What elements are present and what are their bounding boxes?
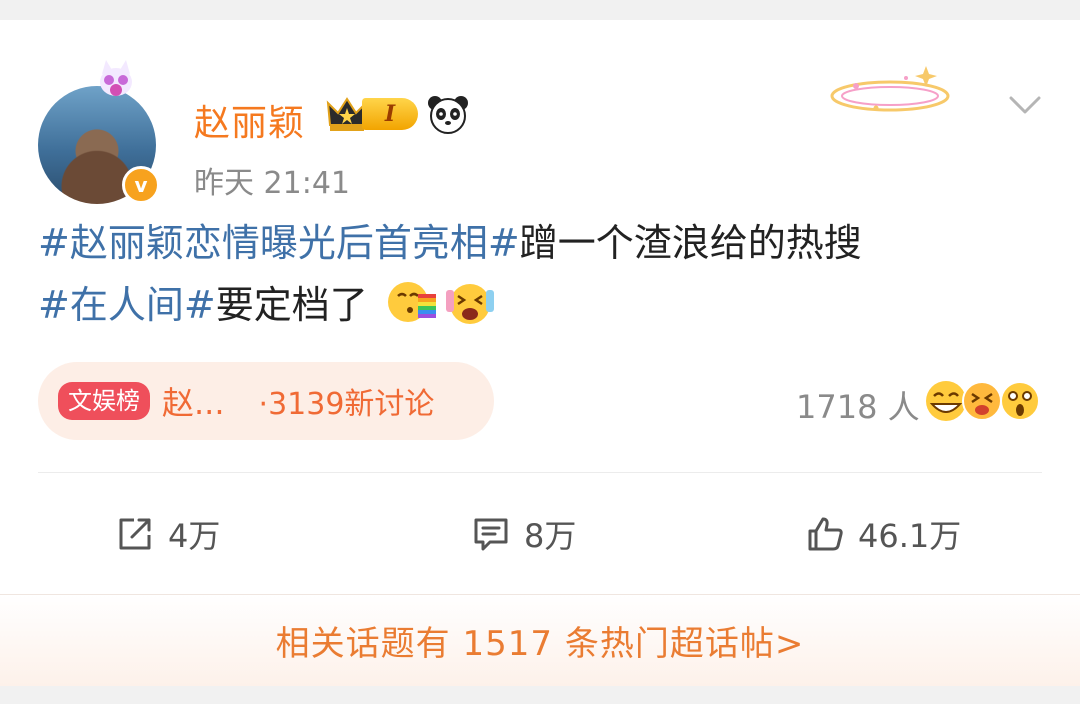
hashtag-link[interactable]: #在人间# (38, 283, 216, 327)
super-topic-link[interactable]: 相关话题有 1517 条热门超话帖> (0, 594, 1080, 686)
comment-button[interactable]: 8万 (472, 494, 576, 574)
weibo-post-card: v 赵丽颖 I 昨天 21:41 #赵丽颖恋情曝光后首亮相#蹭一个渣浪给的热搜 … (0, 20, 1080, 686)
like-count: 46.1万 (858, 517, 962, 555)
vip-badge[interactable]: I (326, 94, 418, 134)
repost-count: 4万 (168, 517, 221, 555)
repost-button[interactable]: 4万 (116, 494, 220, 574)
rainbow-kiss-emoji (387, 282, 436, 322)
hot-topic-pill[interactable]: 文娱榜 赵... ·3139新讨论 (38, 362, 494, 440)
repost-icon (119, 518, 151, 550)
post-text: 蹭一个渣浪给的热搜 (519, 221, 862, 265)
action-bar: 4万 8万 46.1万 (0, 494, 1080, 574)
username[interactable]: 赵丽颖 (194, 94, 305, 146)
comment-icon (474, 518, 508, 551)
surprised-emoji (1000, 381, 1040, 421)
comment-count: 8万 (524, 517, 577, 555)
like-icon (808, 517, 843, 551)
sparkle-decoration-icon (830, 66, 950, 112)
vip-level-tag: I (362, 98, 418, 130)
post-body: #赵丽颖恋情曝光后首亮相#蹭一个渣浪给的热搜 #在人间#要定档了 (38, 212, 1048, 336)
reaction-emojis[interactable] (922, 378, 1042, 424)
ranking-badge: 文娱榜 (58, 382, 150, 420)
panda-icon (428, 96, 468, 134)
chevron-down-icon[interactable] (1008, 94, 1042, 116)
user-badges: I (326, 94, 470, 134)
excited-emoji (445, 284, 494, 324)
discussion-count: ·3139新讨论 (258, 387, 435, 422)
hashtag-link[interactable]: #赵丽颖恋情曝光后首亮相# (38, 221, 520, 265)
post-time: 昨天 21:41 (194, 166, 350, 201)
reaction-people-count[interactable]: 1718 人 (796, 382, 920, 428)
verified-badge: v (122, 166, 160, 204)
avatar-area[interactable]: v (38, 56, 160, 204)
grin-emoji (926, 381, 966, 421)
laugh-emoji (962, 381, 1002, 421)
hot-topic-name: 赵... (162, 384, 225, 422)
cat-pendant-icon (100, 60, 132, 96)
like-button[interactable]: 46.1万 (806, 494, 961, 574)
post-text: 要定档了 (215, 283, 368, 327)
divider (38, 472, 1042, 473)
